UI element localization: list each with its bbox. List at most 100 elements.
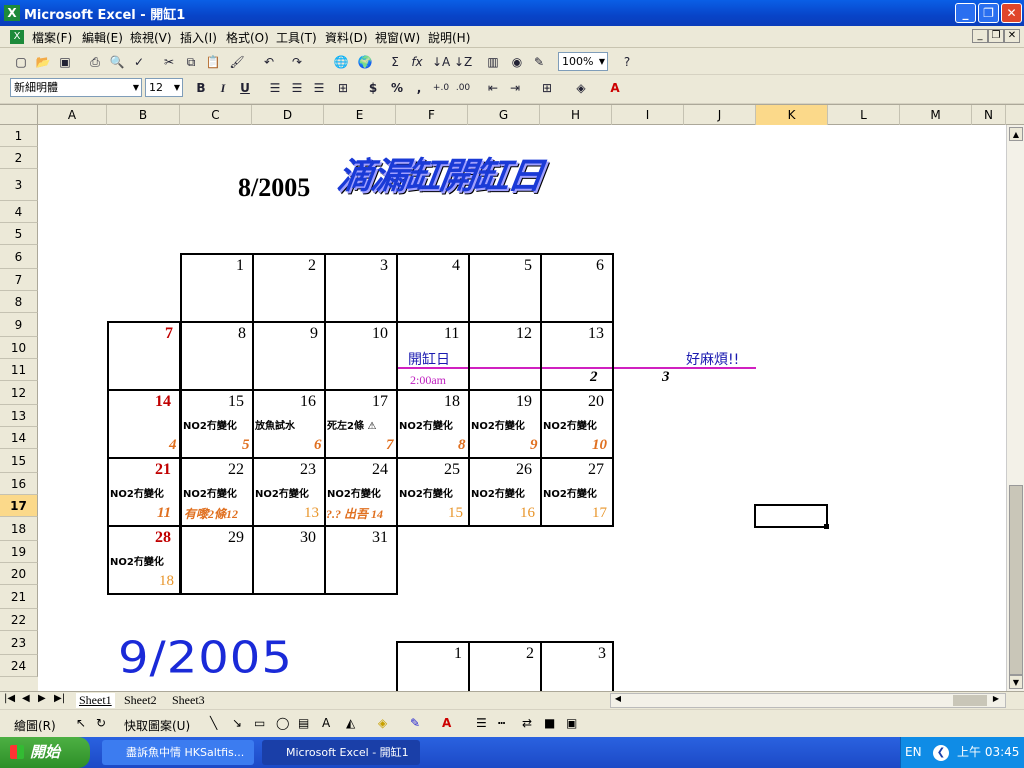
menu-format[interactable]: 格式(O): [226, 29, 269, 46]
clipart-icon[interactable]: ◭: [346, 716, 355, 730]
row-header-4[interactable]: 4: [0, 201, 38, 223]
percent-button[interactable]: %: [388, 79, 406, 97]
last-sheet-icon[interactable]: ▶|: [54, 693, 65, 704]
textbox-icon[interactable]: ▤: [298, 716, 309, 730]
row-header-6[interactable]: 6: [0, 245, 38, 269]
merge-center-icon[interactable]: ⊞: [334, 79, 352, 97]
row-header-20[interactable]: 20: [0, 563, 38, 585]
row-header-7[interactable]: 7: [0, 269, 38, 291]
arrow-style-icon[interactable]: ⇄: [522, 716, 532, 730]
column-header-l[interactable]: L: [828, 105, 900, 125]
redo-icon[interactable]: ↷: [288, 53, 306, 71]
drawing-icon[interactable]: ✎: [530, 53, 548, 71]
currency-button[interactable]: $: [364, 79, 382, 97]
row-header-21[interactable]: 21: [0, 585, 38, 609]
task-excel[interactable]: Microsoft Excel - 開缸1: [262, 740, 420, 765]
row-header-12[interactable]: 12: [0, 381, 38, 405]
autosum-icon[interactable]: Σ: [386, 53, 404, 71]
close-button[interactable]: ✕: [1001, 3, 1022, 23]
paste-icon[interactable]: 📋: [204, 53, 222, 71]
column-header-e[interactable]: E: [324, 105, 396, 125]
line-icon[interactable]: ╲: [210, 716, 217, 730]
format-painter-icon[interactable]: 🖌: [228, 53, 246, 71]
worksheet-grid[interactable]: 8/2005 滴漏缸開缸日 開缸日 2:00am 好麻煩!! 9/2005 12…: [38, 125, 1006, 691]
row-header-24[interactable]: 24: [0, 655, 38, 677]
prev-sheet-icon[interactable]: ◀: [22, 693, 30, 704]
row-header-17[interactable]: 17: [0, 495, 38, 517]
column-header-a[interactable]: A: [38, 105, 107, 125]
scroll-down-icon[interactable]: ▼: [1009, 675, 1023, 689]
column-header-d[interactable]: D: [252, 105, 324, 125]
next-sheet-icon[interactable]: ▶: [38, 693, 46, 704]
new-icon[interactable]: ▢: [12, 53, 30, 71]
menu-tools[interactable]: 工具(T): [276, 29, 317, 46]
fill-color-icon[interactable]: ◈: [572, 79, 590, 97]
column-header-j[interactable]: J: [684, 105, 756, 125]
scroll-right-icon[interactable]: ▶: [989, 694, 1003, 707]
select-all-corner[interactable]: [0, 105, 38, 125]
align-left-icon[interactable]: ☰: [266, 79, 284, 97]
autoshapes-menu-button[interactable]: 快取圖案(U): [124, 717, 190, 734]
font-color-icon[interactable]: A: [606, 79, 624, 97]
active-cell-k17[interactable]: [754, 504, 828, 528]
h-scroll-thumb[interactable]: [953, 695, 987, 706]
free-rotate-icon[interactable]: ↻: [96, 716, 106, 730]
column-header-b[interactable]: B: [107, 105, 180, 125]
undo-icon[interactable]: ↶: [260, 53, 278, 71]
print-icon[interactable]: ⎙: [86, 53, 104, 71]
first-sheet-icon[interactable]: |◀: [4, 693, 15, 704]
underline-button[interactable]: U: [236, 79, 254, 97]
menu-data[interactable]: 資料(D): [325, 29, 368, 46]
font-color-draw-icon[interactable]: A: [442, 716, 451, 730]
italic-button[interactable]: I: [214, 79, 232, 97]
map-icon[interactable]: ◉: [508, 53, 526, 71]
row-header-9[interactable]: 9: [0, 313, 38, 337]
language-indicator[interactable]: EN: [905, 737, 922, 768]
sort-descending-icon[interactable]: ↓Z: [454, 53, 472, 71]
menu-edit[interactable]: 編輯(E): [82, 29, 123, 46]
sort-ascending-icon[interactable]: ↓A: [432, 53, 450, 71]
dash-style-icon[interactable]: ┅: [498, 716, 505, 730]
shadow-icon[interactable]: ■: [544, 716, 555, 730]
fill-handle[interactable]: [824, 524, 829, 529]
align-center-icon[interactable]: ☰: [288, 79, 306, 97]
decrease-indent-icon[interactable]: ⇤: [484, 79, 502, 97]
column-header-k[interactable]: K: [756, 105, 828, 125]
line-color-icon[interactable]: ✎: [410, 716, 420, 730]
column-header-n[interactable]: N: [972, 105, 1006, 125]
column-header-c[interactable]: C: [180, 105, 252, 125]
print-preview-icon[interactable]: 🔍: [108, 53, 126, 71]
menu-view[interactable]: 檢視(V): [130, 29, 172, 46]
borders-icon[interactable]: ⊞: [538, 79, 556, 97]
row-header-8[interactable]: 8: [0, 291, 38, 313]
workbook-restore-button[interactable]: ❐: [988, 29, 1004, 43]
row-header-19[interactable]: 19: [0, 541, 38, 563]
font-select[interactable]: 新細明體 ▼: [10, 78, 142, 97]
row-header-10[interactable]: 10: [0, 337, 38, 359]
menu-file[interactable]: 檔案(F): [32, 29, 72, 46]
minimize-button[interactable]: _: [955, 3, 976, 23]
row-header-11[interactable]: 11: [0, 359, 38, 381]
column-header-i[interactable]: I: [612, 105, 684, 125]
arrow-icon[interactable]: ↘: [232, 716, 242, 730]
menu-window[interactable]: 視窗(W): [375, 29, 420, 46]
column-header-m[interactable]: M: [900, 105, 972, 125]
fill-color-draw-icon[interactable]: ◈: [378, 716, 387, 730]
menu-help[interactable]: 說明(H): [428, 29, 470, 46]
row-header-13[interactable]: 13: [0, 405, 38, 427]
row-header-5[interactable]: 5: [0, 223, 38, 245]
column-header-h[interactable]: H: [540, 105, 612, 125]
row-header-2[interactable]: 2: [0, 147, 38, 169]
row-header-18[interactable]: 18: [0, 517, 38, 541]
tab-sheet2[interactable]: Sheet2: [124, 693, 157, 708]
tray-arrow-icon[interactable]: ❮: [933, 745, 949, 761]
tab-sheet3[interactable]: Sheet3: [172, 693, 205, 708]
spelling-icon[interactable]: ✓: [130, 53, 148, 71]
wordart-title[interactable]: 滴漏缸開缸日: [334, 147, 545, 199]
help-icon[interactable]: ?: [618, 53, 636, 71]
copy-icon[interactable]: ⧉: [182, 53, 200, 71]
scroll-left-icon[interactable]: ◀: [611, 694, 625, 707]
task-browser[interactable]: 盡訴魚中情 HKSaltfis...: [102, 740, 254, 765]
column-header-f[interactable]: F: [396, 105, 468, 125]
workbook-icon[interactable]: X: [10, 30, 24, 44]
